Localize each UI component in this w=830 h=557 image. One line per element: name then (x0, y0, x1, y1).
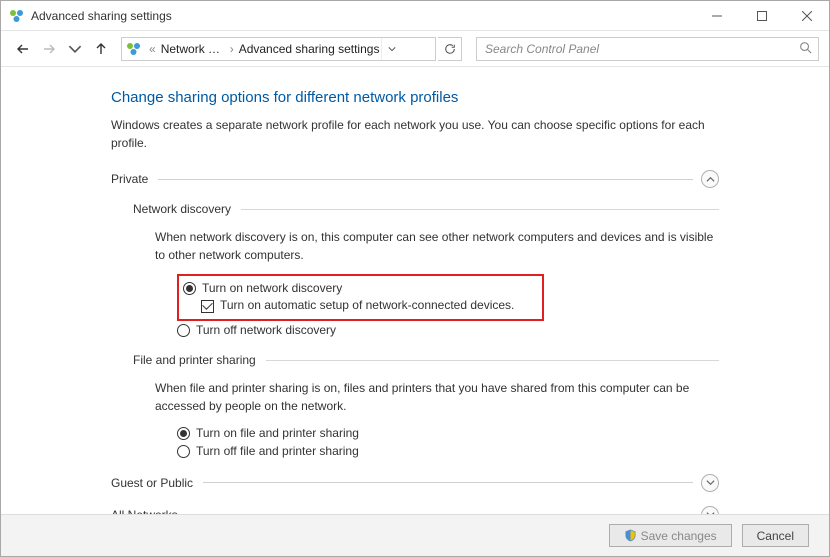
nav-forward-button[interactable] (37, 37, 61, 61)
button-label: Cancel (757, 529, 794, 543)
refresh-button[interactable] (438, 37, 462, 61)
option-label: Turn on file and printer sharing (196, 425, 359, 442)
network-sharing-icon (126, 41, 142, 57)
window: Advanced sharing settings (0, 0, 830, 557)
radio-network-discovery-on[interactable]: Turn on network discovery (183, 280, 514, 297)
search-input[interactable] (483, 41, 799, 57)
radio-icon (183, 282, 196, 295)
page-description: Windows creates a separate network profi… (111, 116, 719, 152)
navbar: « Network a... › Advanced sharing settin… (1, 31, 829, 67)
radio-network-discovery-off[interactable]: Turn off network discovery (177, 322, 719, 339)
radio-icon (177, 324, 190, 337)
breadcrumb-segment[interactable]: Network a... (159, 42, 227, 56)
option-label: Turn off network discovery (196, 322, 336, 339)
close-button[interactable] (784, 1, 829, 30)
content-area: Change sharing options for different net… (1, 67, 829, 514)
subsection-description: When file and printer sharing is on, fil… (155, 379, 719, 415)
section-header-private[interactable]: Private (111, 170, 719, 188)
subsection-label: Network discovery (133, 202, 241, 216)
section-label: Guest or Public (111, 476, 203, 490)
window-controls (694, 1, 829, 30)
titlebar: Advanced sharing settings (1, 1, 829, 31)
nav-recent-dropdown[interactable] (63, 37, 87, 61)
checkbox-auto-setup[interactable]: Turn on automatic setup of network-conne… (201, 297, 514, 314)
divider (203, 482, 693, 483)
save-changes-button[interactable]: Save changes (609, 524, 732, 547)
divider (266, 360, 719, 361)
address-bar[interactable]: « Network a... › Advanced sharing settin… (121, 37, 436, 61)
nav-back-button[interactable] (11, 37, 35, 61)
minimize-button[interactable] (694, 1, 739, 30)
subsection-description: When network discovery is on, this compu… (155, 228, 719, 264)
highlight-annotation: Turn on network discovery Turn on automa… (177, 274, 544, 321)
breadcrumb-segment[interactable]: Advanced sharing settings (237, 42, 382, 56)
option-label: Turn on automatic setup of network-conne… (220, 297, 514, 314)
radio-file-sharing-on[interactable]: Turn on file and printer sharing (177, 425, 719, 442)
network-discovery-options: Turn on network discovery Turn on automa… (177, 274, 719, 339)
search-box[interactable] (476, 37, 819, 61)
option-label: Turn on network discovery (202, 280, 342, 297)
subsection-label: File and printer sharing (133, 353, 266, 367)
network-sharing-icon (9, 8, 25, 24)
section-header-all[interactable]: All Networks (111, 506, 719, 514)
nav-up-button[interactable] (89, 37, 113, 61)
footer: Save changes Cancel (1, 514, 829, 556)
radio-file-sharing-off[interactable]: Turn off file and printer sharing (177, 443, 719, 460)
file-printer-options: Turn on file and printer sharing Turn of… (177, 425, 719, 460)
search-icon (799, 41, 812, 57)
address-dropdown[interactable] (381, 38, 402, 60)
chevron-right-icon[interactable]: › (227, 42, 237, 56)
section-all-networks: All Networks (111, 506, 719, 514)
chevron-down-icon[interactable] (701, 474, 719, 492)
subsection-file-printer-sharing: File and printer sharing When file and p… (133, 353, 719, 460)
chevron-down-icon[interactable] (701, 506, 719, 514)
checkbox-icon (201, 300, 214, 313)
radio-icon (177, 427, 190, 440)
option-label: Turn off file and printer sharing (196, 443, 359, 460)
chevron-up-icon[interactable] (701, 170, 719, 188)
divider (241, 209, 719, 210)
section-label: Private (111, 172, 158, 186)
button-label: Save changes (641, 529, 717, 543)
divider (158, 179, 693, 180)
section-private: Private Network discovery When network d… (111, 170, 719, 460)
maximize-button[interactable] (739, 1, 784, 30)
subsection-header: File and printer sharing (133, 353, 719, 367)
subsection-header: Network discovery (133, 202, 719, 216)
radio-icon (177, 445, 190, 458)
window-title: Advanced sharing settings (31, 9, 172, 23)
subsection-network-discovery: Network discovery When network discovery… (133, 202, 719, 339)
cancel-button[interactable]: Cancel (742, 524, 809, 547)
page-title: Change sharing options for different net… (111, 89, 719, 106)
section-guest-public: Guest or Public (111, 474, 719, 492)
breadcrumb-overflow[interactable]: « (146, 42, 159, 56)
shield-icon (624, 529, 637, 542)
section-header-guest[interactable]: Guest or Public (111, 474, 719, 492)
